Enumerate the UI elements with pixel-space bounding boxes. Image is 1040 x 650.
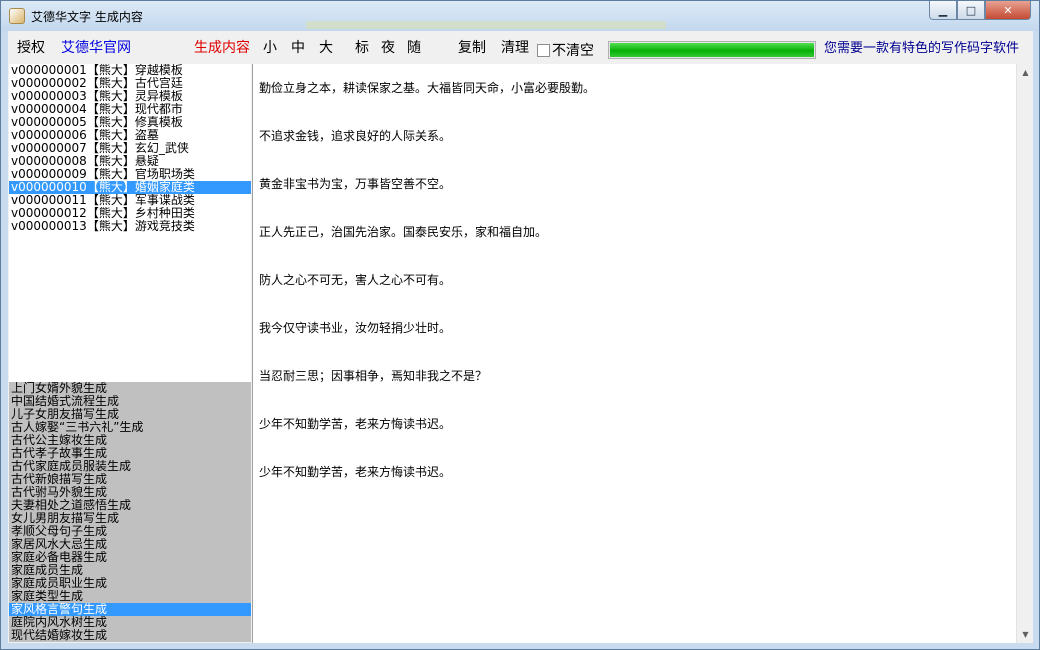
template-list-item[interactable]: v000000013【熊大】游戏竞技类 <box>9 220 251 233</box>
generator-list[interactable]: 上门女婿外貌生成 中国结婚式流程生成 儿子女朋友描写生成 古人嫁娶“三书六礼”生成 古代… <box>9 382 251 642</box>
generator-list-item[interactable]: 古人嫁娶“三书六礼”生成 <box>9 421 251 434</box>
minimize-icon: ▁ <box>938 3 948 17</box>
generator-list-item[interactable]: 家庭类型生成 <box>9 590 251 603</box>
close-button[interactable]: ✕ <box>985 1 1031 20</box>
template-list-item[interactable]: v000000009【熊大】官场职场类 <box>9 168 251 181</box>
theme-night-button[interactable]: 夜 <box>381 40 395 56</box>
content-paragraph: 当忍耐三思；因事相争，焉知非我之不是？ <box>259 369 488 383</box>
generator-list-item[interactable]: 古代驸马外貌生成 <box>9 486 251 499</box>
window-title: 艾德华文字 生成内容 <box>31 10 143 24</box>
official-site-link[interactable]: 艾德华官网 <box>61 40 131 56</box>
font-size-medium-button[interactable]: 中 <box>291 40 305 56</box>
progress-fill <box>610 43 814 57</box>
close-icon: ✕ <box>1003 3 1013 17</box>
generate-content-button[interactable]: 生成内容 <box>194 40 250 56</box>
generator-list-item[interactable]: 家庭必备电器生成 <box>9 551 251 564</box>
scroll-down-icon[interactable]: ▼ <box>1017 626 1034 643</box>
toolbar: 授权 艾德华官网 生成内容 小 中 大 标 夜 随 复制 清理 不清空 您需要一… <box>8 31 1033 63</box>
clear-button[interactable]: 清理 <box>501 40 529 56</box>
copy-button[interactable]: 复制 <box>458 40 486 56</box>
generator-list-item[interactable]: 上门女婿外貌生成 <box>9 382 251 395</box>
generator-list-item[interactable]: 古代家庭成员服装生成 <box>9 460 251 473</box>
no-clear-toggle[interactable]: 不清空 <box>537 40 594 60</box>
generator-list-item[interactable]: 夫妻相处之道感悟生成 <box>9 499 251 512</box>
title-bar[interactable]: 艾德华文字 生成内容 ▁ □ ✕ <box>1 1 1039 31</box>
maximize-button[interactable]: □ <box>957 1 985 20</box>
license-link[interactable]: 授权 <box>17 40 45 56</box>
generator-list-item[interactable]: 中国结婚式流程生成 <box>9 395 251 408</box>
app-icon[interactable] <box>9 8 25 24</box>
vertical-scrollbar[interactable]: ▲ ▼ <box>1016 64 1033 643</box>
progress-bar <box>608 41 816 59</box>
theme-standard-button[interactable]: 标 <box>355 40 369 56</box>
generator-list-item[interactable]: 家庭成员职业生成 <box>9 577 251 590</box>
slogan-link[interactable]: 您需要一款有特色的写作码字软件 <box>824 41 1019 57</box>
window-controls: ▁ □ ✕ <box>929 1 1031 20</box>
template-list-item[interactable]: v000000012【熊大】乡村种田类 <box>9 207 251 220</box>
template-list-item[interactable]: v000000008【熊大】悬疑 <box>9 155 251 168</box>
template-list-item[interactable]: v000000007【熊大】玄幻_武侠 <box>9 142 251 155</box>
template-list-item[interactable]: v000000005【熊大】修真模板 <box>9 116 251 129</box>
generator-list-item[interactable]: 庭院内风水树生成 <box>9 616 251 629</box>
template-list-item[interactable]: v000000003【熊大】灵异模板 <box>9 90 251 103</box>
content-paragraph: 防人之心不可无，害人之心不可有。 <box>259 273 452 287</box>
no-clear-checkbox[interactable] <box>537 43 550 57</box>
template-list-item[interactable]: v000000001【熊大】穿越模板 <box>9 64 251 77</box>
generator-list-item[interactable]: 家风格言警句生成 <box>9 603 251 616</box>
minimize-button[interactable]: ▁ <box>929 1 957 20</box>
content-paragraph: 不追求金钱，追求良好的人际关系。 <box>259 129 452 143</box>
content-paragraph: 少年不知勤学苦，老来方悔读书迟。 <box>259 465 452 479</box>
generator-list-item[interactable]: 女儿男朋友描写生成 <box>9 512 251 525</box>
scroll-up-icon[interactable]: ▲ <box>1017 64 1034 81</box>
generator-list-item[interactable]: 现代结婚嫁妆生成 <box>9 629 251 642</box>
content-paragraph: 黄金非宝书为宝，万事皆空善不空。 <box>259 177 452 191</box>
content-paragraph: 正人先正己，治国先治家。国泰民安乐，家和福自加。 <box>259 225 548 239</box>
content-area[interactable]: 勤俭立身之本，耕读保家之基。大福皆同天命，小富必要殷勤。 不追求金钱，追求良好的人… <box>252 64 1033 643</box>
generator-list-item[interactable]: 孝顺父母句子生成 <box>9 525 251 538</box>
content-paragraph: 勤俭立身之本，耕读保家之基。大福皆同天命，小富必要殷勤。 <box>259 81 596 95</box>
generator-list-item[interactable]: 家庭成员生成 <box>9 564 251 577</box>
generator-list-item[interactable]: 古代公主嫁妆生成 <box>9 434 251 447</box>
app-window: 艾德华文字 生成内容 ▁ □ ✕ 授权 艾德华官网 生成内容 小 中 大 标 夜… <box>0 0 1040 650</box>
client-area: 授权 艾德华官网 生成内容 小 中 大 标 夜 随 复制 清理 不清空 您需要一… <box>8 31 1033 643</box>
generator-list-item[interactable]: 古代新娘描写生成 <box>9 473 251 486</box>
content-paragraph: 我今仅守读书业，汝勿轻捐少壮时。 <box>259 321 452 335</box>
template-list-item[interactable]: v000000004【熊大】现代都市 <box>9 103 251 116</box>
generator-list-item[interactable]: 儿子女朋友描写生成 <box>9 408 251 421</box>
template-list-item[interactable]: v000000002【熊大】古代宫廷 <box>9 77 251 90</box>
content-paragraph: 少年不知勤学苦，老来方悔读书迟。 <box>259 417 452 431</box>
theme-random-button[interactable]: 随 <box>407 40 421 56</box>
template-list[interactable]: v000000001【熊大】穿越模板 v000000002【熊大】古代宫廷 v000… <box>9 64 251 382</box>
font-size-large-button[interactable]: 大 <box>319 40 333 56</box>
title-decoration <box>306 21 666 29</box>
font-size-small-button[interactable]: 小 <box>263 40 277 56</box>
generator-list-item[interactable]: 古代孝子故事生成 <box>9 447 251 460</box>
no-clear-label: 不清空 <box>552 43 594 59</box>
template-list-item[interactable]: v000000006【熊大】盗墓 <box>9 129 251 142</box>
generator-list-item[interactable]: 家居风水大忌生成 <box>9 538 251 551</box>
content-text[interactable]: 勤俭立身之本，耕读保家之基。大福皆同天命，小富必要殷勤。 不追求金钱，追求良好的人… <box>259 64 1009 496</box>
maximize-icon: □ <box>965 3 977 17</box>
template-list-item[interactable]: v000000011【熊大】军事谍战类 <box>9 194 251 207</box>
template-list-item[interactable]: v000000010【熊大】婚姻家庭类 <box>9 181 251 194</box>
